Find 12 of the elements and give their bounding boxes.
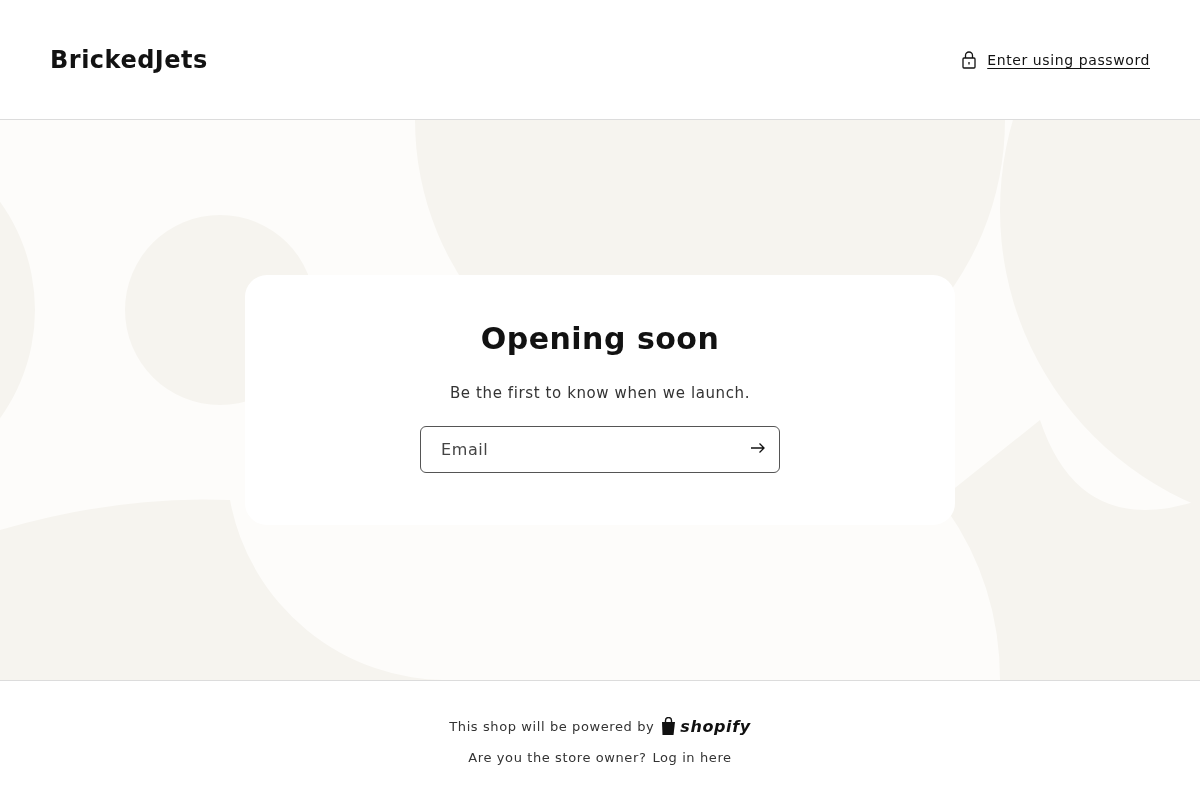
shopping-bag-icon bbox=[660, 716, 678, 736]
store-logo: BrickedJets bbox=[50, 45, 208, 74]
powered-by-text: This shop will be powered by bbox=[449, 718, 655, 734]
password-link[interactable]: Enter using password bbox=[961, 50, 1150, 69]
card-subtitle: Be the first to know when we launch. bbox=[450, 384, 750, 402]
lock-icon bbox=[961, 50, 978, 69]
owner-question: Are you the store owner? bbox=[468, 749, 647, 765]
arrow-icon bbox=[750, 442, 766, 454]
login-link[interactable]: Log in here bbox=[652, 749, 732, 765]
email-field[interactable]: Email bbox=[420, 426, 780, 473]
card-title: Opening soon bbox=[480, 321, 720, 356]
shopify-link[interactable]: shopify bbox=[660, 716, 751, 736]
